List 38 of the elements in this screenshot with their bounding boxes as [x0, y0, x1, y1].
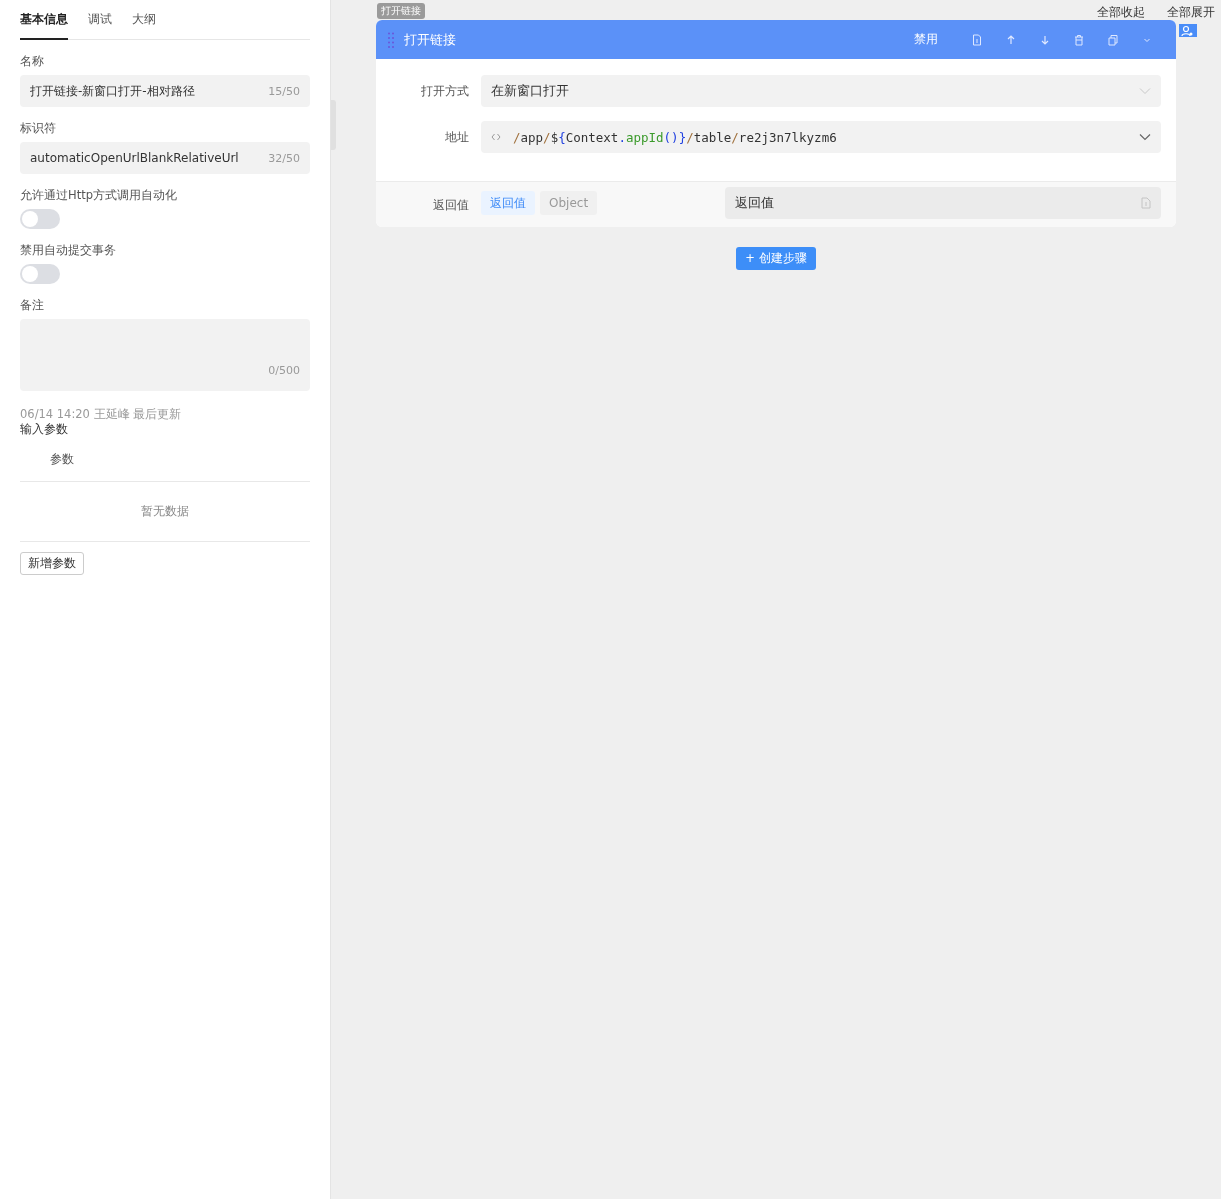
step-title: 打开链接	[404, 30, 456, 49]
user-icon[interactable]	[1179, 24, 1197, 37]
switch-label: 允许通过Http方式调用自动化	[20, 188, 178, 203]
drag-handle-icon[interactable]	[388, 31, 394, 48]
toggle-switch[interactable]	[20, 264, 60, 284]
collapse-handle[interactable]	[331, 100, 336, 150]
add-parameter-button[interactable]: 新增参数	[20, 552, 84, 575]
trash-icon[interactable]	[1073, 33, 1085, 46]
step-tag: 打开链接	[377, 3, 425, 19]
empty-text: 暂无数据	[141, 503, 189, 520]
field-label: 标识符	[20, 121, 57, 136]
open-mode-select[interactable]: 在新窗口打开	[481, 75, 1161, 107]
url-expression-field[interactable]: /app/${Context.appId()}/table/re2j3n7lkyzm6	[481, 121, 1161, 153]
switch-label: 禁用自动提交事务	[20, 243, 117, 258]
code-icon	[491, 133, 501, 141]
arrow-up-icon[interactable]	[1005, 33, 1017, 46]
field-label: 名称	[20, 54, 45, 69]
field-label: 备注	[20, 298, 45, 313]
field-label: 返回值	[432, 196, 470, 214]
tab[interactable]: 基本信息	[20, 0, 68, 40]
section-title: 输入参数	[20, 422, 69, 437]
input-field[interactable]: 打开链接-新窗口打开-相对路径 15/50	[20, 75, 310, 107]
update-info: 06/14 14:20 王延峰 最后更新	[20, 407, 183, 422]
return-value-field[interactable]: 返回值	[725, 187, 1161, 219]
toggle-switch[interactable]	[20, 209, 60, 229]
arrow-down-icon[interactable]	[1039, 33, 1051, 46]
expand-all-button[interactable]: 全部展开	[1167, 4, 1215, 21]
chevron-down-icon[interactable]	[1139, 133, 1151, 141]
collapse-all-button[interactable]: 全部收起	[1097, 4, 1145, 21]
field-label: 打开方式	[420, 82, 470, 100]
field-label: 地址	[444, 128, 470, 146]
document-icon[interactable]	[971, 33, 983, 46]
input-field[interactable]: automaticOpenUrlBlankRelativeUrl 32/50	[20, 142, 310, 174]
column-header: 参数	[50, 450, 74, 468]
document-icon[interactable]	[1141, 197, 1151, 209]
tab[interactable]: 大纲	[132, 0, 156, 40]
tab[interactable]: 调试	[88, 0, 112, 40]
copy-icon[interactable]	[1107, 33, 1119, 46]
